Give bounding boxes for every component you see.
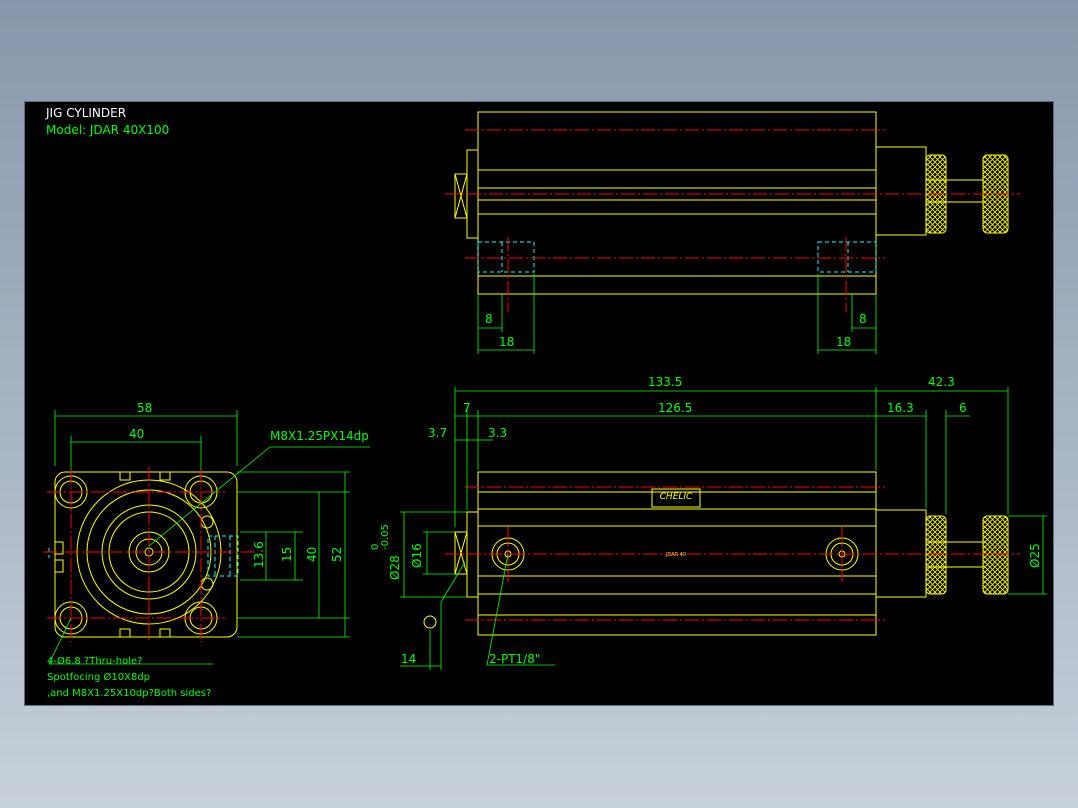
dim-height-40: 40 [305, 547, 319, 562]
dim-port-13-6: 13.6 [252, 541, 266, 568]
dim-dia-16: Ø16 [410, 543, 424, 568]
front-view: 58 40 M8X1.25PX14dp 13.6 15 40 52 4-Ø6.8… [43, 401, 370, 699]
dim-rod-16-3: 16.3 [887, 401, 914, 415]
dim-14: 14 [401, 652, 416, 666]
dim-rod-42-3: 42.3 [928, 375, 955, 389]
port-callout: 2-PT1/8" [489, 652, 540, 666]
dim-flange-3-3: 3.3 [488, 426, 507, 440]
dim-dia-28: Ø28 [388, 555, 402, 580]
top-view: 8 18 8 18 [445, 111, 1020, 354]
dim-right-18: 18 [836, 335, 851, 349]
cad-drawing: JIG CYLINDER Model: JDAR 40X100 58 40 M8… [43, 106, 1047, 699]
dim-port-15: 15 [280, 547, 294, 562]
dim-offset-7: 7 [463, 401, 471, 415]
brand-plate-text: CHELIC [660, 492, 693, 502]
dim-left-8: 8 [485, 312, 493, 326]
dim-width-58: 58 [137, 401, 152, 415]
dim-flange-3-7: 3.7 [428, 426, 447, 440]
dim-rod-6: 6 [959, 401, 967, 415]
drawing-sheet: JIG CYLINDER Model: JDAR 40X100 58 40 M8… [25, 102, 1053, 705]
dim-height-52: 52 [330, 547, 344, 562]
body-model-text: JDAR 40 [665, 552, 686, 558]
dim-right-8: 8 [859, 312, 867, 326]
dim-body-126-5: 126.5 [658, 401, 692, 415]
drawing-title: JIG CYLINDER [45, 106, 126, 120]
thread-callout: M8X1.25PX14dp [270, 429, 369, 443]
hole-note-line2: Spotfocing Ø10X8dp [47, 671, 150, 683]
dim-left-18: 18 [499, 335, 514, 349]
hole-note-line3: ,and M8X1.25X10dp?Both sides? [47, 688, 211, 699]
hole-note-line1: 4-Ø6.8 ?Thru-hole? [47, 655, 142, 667]
dim-overall-133-5: 133.5 [648, 375, 682, 389]
dim-pitch-40: 40 [129, 427, 144, 441]
dim-dia-25: Ø25 [1028, 543, 1042, 568]
dim-dia-28-tol-lower: -0.05 [380, 524, 391, 550]
model-label: Model: JDAR 40X100 [46, 123, 169, 137]
side-view: CHELIC JDAR 40 133.5 42.3 7 126.5 16.3 6… [370, 375, 1047, 670]
